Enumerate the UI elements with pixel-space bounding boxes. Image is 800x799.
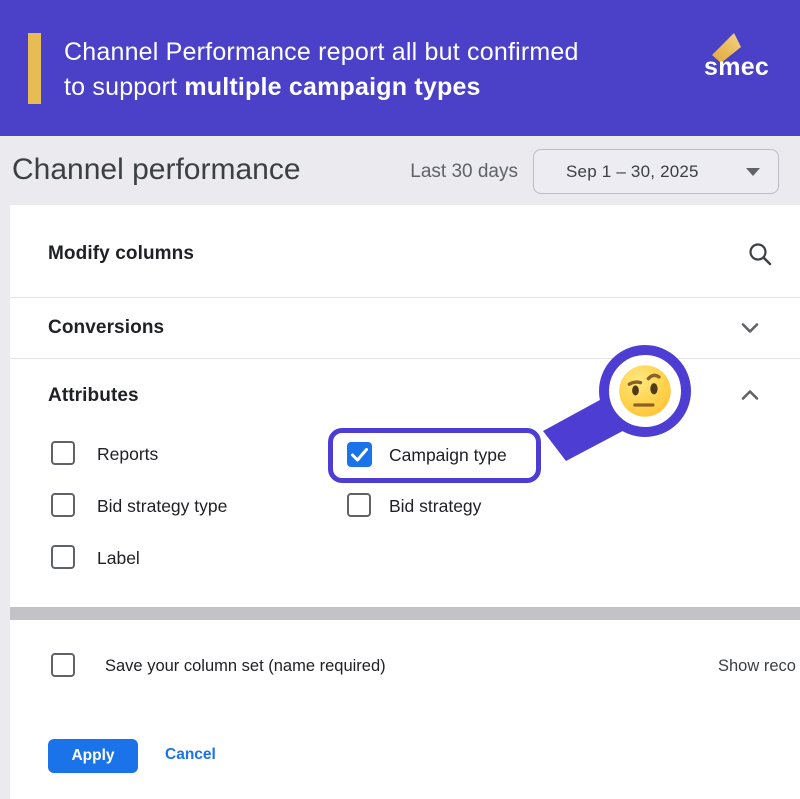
checkmark-icon (347, 442, 372, 467)
checkbox-bid-strategy-type[interactable] (51, 493, 75, 517)
modify-columns-title: Modify columns (48, 243, 194, 265)
banner-headline-line2-prefix: to support (64, 73, 184, 101)
horizontal-scrollbar[interactable] (10, 607, 800, 620)
section-header-attributes[interactable]: Attributes (48, 385, 139, 407)
page-title: Channel performance (12, 153, 301, 187)
checkbox-bid-strategy[interactable] (347, 493, 371, 517)
checkbox-label-bid-strategy-type[interactable]: Bid strategy type (97, 496, 227, 517)
checkbox-save-column-set[interactable] (51, 653, 75, 677)
date-picker-button[interactable]: Sep 1 – 30, 2025 (533, 149, 779, 194)
screenshot-root: Channel Performance report all but confi… (0, 0, 800, 799)
checkbox-label-reports[interactable]: Reports (97, 444, 158, 465)
apply-button[interactable]: Apply (48, 739, 138, 773)
chevron-down-icon[interactable] (736, 314, 764, 342)
checkbox-label-label[interactable]: Label (97, 548, 140, 569)
section-header-conversions[interactable]: Conversions (48, 317, 164, 339)
checkbox-label-campaign-type[interactable]: Campaign type (389, 445, 507, 466)
cancel-button[interactable]: Cancel (165, 746, 216, 764)
date-range-label: Last 30 days (387, 161, 518, 183)
banner-accent-bar (28, 33, 41, 104)
checkbox-label-bid-strategy[interactable]: Bid strategy (389, 496, 481, 517)
promo-banner: Channel Performance report all but confi… (0, 0, 800, 136)
checkbox-label-attr[interactable] (51, 545, 75, 569)
search-icon[interactable] (746, 240, 774, 268)
caret-down-icon (746, 168, 760, 176)
banner-headline-line2-bold: multiple campaign types (184, 73, 480, 101)
divider (10, 358, 800, 359)
show-recommendations-link[interactable]: Show reco (718, 657, 800, 676)
divider (10, 297, 800, 298)
checkbox-reports[interactable] (51, 441, 75, 465)
banner-headline: Channel Performance report all but confi… (64, 35, 684, 105)
checkbox-campaign-type-checked[interactable] (347, 442, 372, 467)
smec-logo-text: smec (704, 53, 780, 82)
date-picker-value: Sep 1 – 30, 2025 (566, 162, 699, 182)
checkbox-label-save-column-set[interactable]: Save your column set (name required) (105, 657, 386, 676)
banner-headline-line1: Channel Performance report all but confi… (64, 38, 579, 66)
chevron-up-icon[interactable] (736, 381, 764, 409)
